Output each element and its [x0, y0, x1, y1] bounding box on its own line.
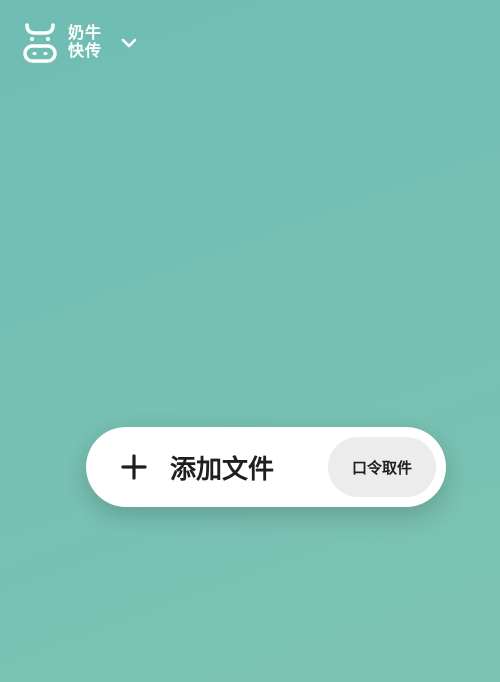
code-receive-button[interactable]: 口令取件: [328, 437, 436, 497]
cow-icon: [23, 23, 57, 63]
plus-icon: [121, 454, 147, 480]
app-root: 奶牛 快传 添加文件 口令取件: [0, 0, 500, 682]
add-file-label: 添加文件: [170, 454, 275, 485]
brand-menu[interactable]: 奶牛 快传: [22, 20, 138, 64]
code-receive-label: 口令取件: [351, 458, 412, 477]
add-file-button[interactable]: 添加文件: [120, 427, 328, 507]
chevron-down-icon[interactable]: [120, 34, 138, 52]
brand-name-line1: 奶牛: [68, 23, 103, 43]
brand-name: 奶牛 快传: [68, 24, 102, 59]
brand-name-line2: 快传: [68, 41, 103, 60]
upload-action-bar: 添加文件 口令取件: [86, 427, 446, 507]
